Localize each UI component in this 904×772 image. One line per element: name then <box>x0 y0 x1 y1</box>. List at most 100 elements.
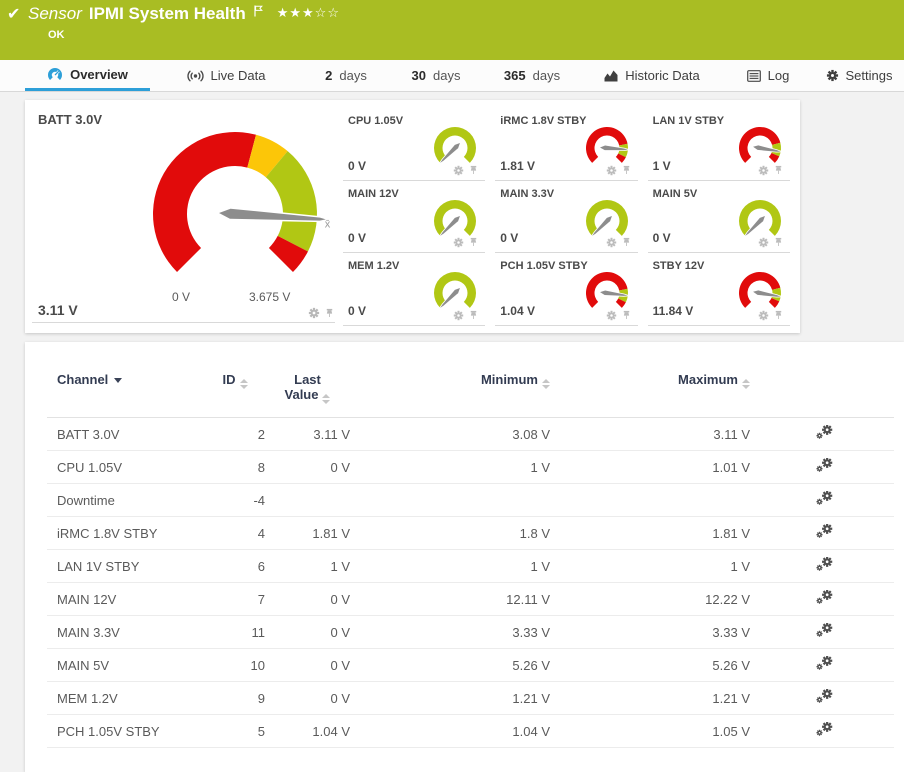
channel-gauge-title: MAIN 12V <box>348 188 399 200</box>
pin-icon[interactable] <box>773 310 784 321</box>
cell-last <box>265 484 350 517</box>
tab-label: days <box>433 68 460 83</box>
gear-icon[interactable] <box>606 310 617 321</box>
cell-channel: BATT 3.0V <box>47 418 205 451</box>
gear-icon[interactable] <box>453 165 464 176</box>
cell-channel: Downtime <box>47 484 205 517</box>
tab-days[interactable]: 2days <box>302 60 390 91</box>
channel-gauge-cell: LAN 1V STBY 1 V <box>648 108 800 181</box>
pin-icon[interactable] <box>468 310 479 321</box>
cell-min: 1 V <box>350 550 550 583</box>
gauges-panel: BATT 3.0V x̄ 0 V 3.675 V 3.11 V CPU 1.05… <box>25 100 800 333</box>
tab-days[interactable]: 30 days <box>390 60 482 91</box>
tab-label: Historic Data <box>625 68 699 83</box>
cell-min: 1.8 V <box>350 517 550 550</box>
cell-id: 9 <box>205 682 265 715</box>
sensor-status-banner: ✔ Sensor IPMI System Health ★★★☆☆ OK <box>0 0 904 60</box>
sort-desc-icon <box>114 378 122 383</box>
gear-icon[interactable] <box>758 237 769 248</box>
channel-gauge-title: MAIN 3.3V <box>500 188 554 200</box>
priority-stars[interactable]: ★★★☆☆ <box>277 5 340 21</box>
channel-settings-icon[interactable] <box>816 425 833 440</box>
channel-settings-icon[interactable] <box>816 557 833 572</box>
channel-gauge-title: iRMC 1.8V STBY <box>500 115 586 127</box>
tab-log[interactable]: Log <box>722 60 814 91</box>
tab-live-data[interactable]: Live Data <box>150 60 302 91</box>
tab-number: 365 <box>504 68 526 83</box>
pin-icon[interactable] <box>468 237 479 248</box>
table-row: MEM 1.2V90 V1.21 V1.21 V <box>47 682 894 715</box>
table-row: iRMC 1.8V STBY41.81 V1.8 V1.81 V <box>47 517 894 550</box>
tab-historic-data[interactable]: Historic Data <box>582 60 722 91</box>
cell-last: 1.81 V <box>265 517 350 550</box>
gear-icon[interactable] <box>758 310 769 321</box>
cell-max <box>550 484 750 517</box>
cell-max: 1.21 V <box>550 682 750 715</box>
cell-channel: iRMC 1.8V STBY <box>47 517 205 550</box>
column-header-last[interactable]: LastValue <box>265 342 350 418</box>
cell-channel: MAIN 5V <box>47 649 205 682</box>
channel-settings-icon[interactable] <box>816 458 833 473</box>
column-header-id[interactable]: ID <box>205 342 265 418</box>
cell-id: 2 <box>205 418 265 451</box>
channel-settings-icon[interactable] <box>816 689 833 704</box>
cell-max: 5.26 V <box>550 649 750 682</box>
gear-icon[interactable] <box>758 165 769 176</box>
pin-icon[interactable] <box>773 165 784 176</box>
channel-settings-icon[interactable] <box>816 656 833 671</box>
gauge-min-label: 0 V <box>172 290 190 304</box>
pin-icon[interactable] <box>324 308 335 319</box>
stars-empty: ☆☆ <box>315 5 340 20</box>
gear-icon[interactable] <box>453 310 464 321</box>
status-check-icon: ✔ <box>7 4 20 24</box>
cell-id: 5 <box>205 715 265 748</box>
cell-channel: PCH 1.05V STBY <box>47 715 205 748</box>
pin-icon[interactable] <box>468 165 479 176</box>
channel-settings-icon[interactable] <box>816 590 833 605</box>
tab-settings[interactable]: Settings <box>814 60 904 91</box>
channel-settings-icon[interactable] <box>816 722 833 737</box>
tab-label: days <box>533 68 560 83</box>
cell-max: 1.05 V <box>550 715 750 748</box>
tab-overview[interactable]: Overview <box>25 60 150 91</box>
log-icon <box>747 70 761 82</box>
gear-icon[interactable] <box>606 165 617 176</box>
cell-last: 1 V <box>265 550 350 583</box>
tab-number: 30 <box>412 68 426 83</box>
pin-icon[interactable] <box>621 310 632 321</box>
column-header-max[interactable]: Maximum <box>550 342 750 418</box>
pin-icon[interactable] <box>773 237 784 248</box>
channel-gauge-cell: MAIN 12V 0 V <box>343 181 495 254</box>
pin-icon[interactable] <box>621 237 632 248</box>
channel-gauge-cell: STBY 12V 11.84 V <box>648 253 800 326</box>
cell-min: 1 V <box>350 451 550 484</box>
cell-channel: MAIN 3.3V <box>47 616 205 649</box>
prtg-sensor-page: ✔ Sensor IPMI System Health ★★★☆☆ OK Ove… <box>0 0 904 758</box>
gear-icon[interactable] <box>606 237 617 248</box>
channel-gauge-title: CPU 1.05V <box>348 115 403 127</box>
channel-gauge-value: 0 V <box>348 231 366 245</box>
channel-settings-icon[interactable] <box>816 491 833 506</box>
table-row: CPU 1.05V80 V1 V1.01 V <box>47 451 894 484</box>
channel-settings-icon[interactable] <box>816 524 833 539</box>
flag-icon[interactable] <box>254 5 263 17</box>
channel-gauge-value: 1 V <box>653 159 671 173</box>
gear-icon[interactable] <box>308 307 320 319</box>
cell-id: 11 <box>205 616 265 649</box>
cell-last: 0 V <box>265 451 350 484</box>
table-row: Downtime-4 <box>47 484 894 517</box>
table-row: PCH 1.05V STBY51.04 V1.04 V1.05 V <box>47 715 894 748</box>
cell-channel: MEM 1.2V <box>47 682 205 715</box>
tab-days[interactable]: 365 days <box>482 60 582 91</box>
column-header-channel[interactable]: Channel <box>47 342 205 418</box>
channel-gauge-title: PCH 1.05V STBY <box>500 260 587 272</box>
cell-max: 3.33 V <box>550 616 750 649</box>
cell-max: 1 V <box>550 550 750 583</box>
gear-icon[interactable] <box>453 237 464 248</box>
gauge-icon <box>47 67 63 82</box>
pin-icon[interactable] <box>621 165 632 176</box>
channel-settings-icon[interactable] <box>816 623 833 638</box>
channel-gauge-value: 1.04 V <box>500 304 535 318</box>
cell-id: 8 <box>205 451 265 484</box>
column-header-min[interactable]: Minimum <box>350 342 550 418</box>
